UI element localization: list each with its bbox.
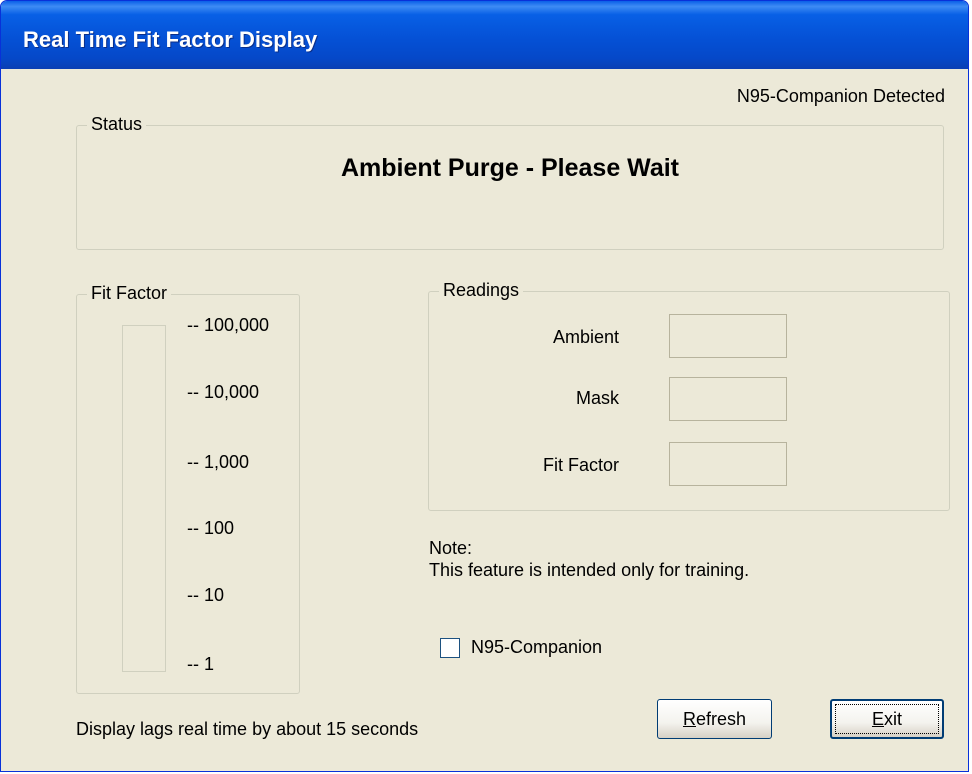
n95-companion-checkbox-label[interactable]: N95-Companion [471, 637, 602, 658]
refresh-button[interactable]: Refresh [657, 699, 772, 739]
exit-button[interactable]: Exit [830, 699, 944, 739]
fit-factor-bar [122, 325, 166, 672]
readings-group: Readings Ambient Mask Fit Factor [428, 280, 950, 511]
tick-label-1000: -- 1,000 [187, 452, 250, 472]
window-title: Real Time Fit Factor Display [23, 27, 318, 52]
fit-factor-reading-label: Fit Factor [542, 455, 619, 475]
tick-label-1: -- 1 [187, 654, 214, 674]
status-message: Ambient Purge - Please Wait [340, 154, 680, 182]
display-lag-text: Display lags real time by about 15 secon… [76, 719, 419, 739]
fit-factor-group: Fit Factor -- 100,000 -- 10,000 -- 1,000… [76, 283, 300, 694]
ambient-label: Ambient [552, 327, 619, 347]
note-text: This feature is intended only for traini… [429, 560, 750, 580]
note-heading: Note: [429, 538, 473, 558]
tick-label-10: -- 10 [187, 585, 225, 605]
fit-factor-window: Real Time Fit Factor Display N95-Compani… [0, 0, 969, 772]
mask-label: Mask [575, 388, 619, 408]
n95-companion-checkbox[interactable] [440, 638, 460, 658]
status-group: Status Ambient Purge - Please Wait [76, 114, 944, 250]
refresh-button-mnemonic: R [682, 708, 696, 729]
tick-label-100: -- 100 [187, 518, 235, 538]
title-bar[interactable]: Real Time Fit Factor Display [1, 1, 968, 69]
readings-group-label: Readings [439, 280, 524, 301]
mask-value-field [669, 377, 787, 421]
dialog-client-area: N95-Companion Detected Status Ambient Pu… [4, 69, 965, 768]
refresh-button-label: efresh [695, 708, 747, 729]
tick-label-10000: -- 10,000 [187, 382, 260, 402]
fit-factor-group-label: Fit Factor [87, 283, 172, 304]
ambient-value-field [669, 314, 787, 358]
exit-button-focus-rect [835, 704, 939, 734]
tick-label-100000: -- 100,000 [187, 315, 270, 335]
detection-status-text: N95-Companion Detected [736, 86, 945, 106]
status-group-label: Status [87, 114, 147, 135]
fit-factor-value-field [669, 442, 787, 486]
